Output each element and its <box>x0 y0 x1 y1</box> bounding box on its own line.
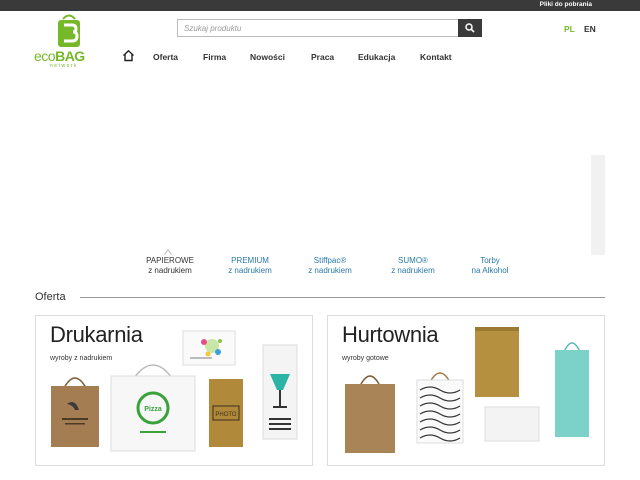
tab-papierowe-line2: z nadrukiem <box>148 266 192 275</box>
white-printed-bag-image: Pizza <box>110 364 196 452</box>
section-title: Oferta <box>35 291 66 303</box>
search-bar <box>177 19 482 37</box>
top-bar: Pliki do pobrania <box>0 0 640 11</box>
logo-wordmark: ecoBAG <box>34 49 85 63</box>
card-title: Hurtownia <box>342 322 439 347</box>
tab-premium-line2: z nadrukiem <box>228 266 272 275</box>
tab-sumo-line1: SUMO® <box>398 256 428 265</box>
kraft-envelope-image <box>475 327 519 397</box>
tab-torby-line1: Torby <box>480 256 500 265</box>
svg-text:PHOTO: PHOTO <box>215 412 237 418</box>
tab-stiffpac-line1: Stiffpac® <box>313 256 347 265</box>
home-icon <box>123 49 134 62</box>
dropdown-caret-icon <box>164 249 172 255</box>
patterned-bag-image <box>416 372 464 444</box>
card-hurtownia[interactable]: Hurtownia wyroby gotowe <box>327 315 605 466</box>
card-drukarnia[interactable]: Drukarnia wyroby z nadrukiem Pizza PHOTO <box>35 315 313 466</box>
turquoise-bottle-bag-image <box>555 342 589 437</box>
photo-envelope-image: PHOTO <box>209 379 243 447</box>
downloads-link[interactable]: Pliki do pobrania <box>540 1 592 8</box>
kraft-bag-image <box>51 377 99 447</box>
nav-nowosci[interactable]: Nowości <box>250 52 285 68</box>
nav-edukacja[interactable]: Edukacja <box>358 52 395 68</box>
tab-papierowe[interactable]: PAPIEROWE z nadrukiem <box>130 256 210 276</box>
white-envelope-image <box>484 406 540 442</box>
kraft-bag-image <box>345 375 395 453</box>
logo-bag: BAG <box>55 48 85 64</box>
nav-home[interactable] <box>122 49 136 65</box>
card-title: Drukarnia <box>50 322 143 347</box>
search-input[interactable] <box>177 19 458 37</box>
logo-eco: eco <box>34 48 56 64</box>
nav-kontakt[interactable]: Kontakt <box>420 52 452 68</box>
tab-premium-line1: PREMIUM <box>231 256 269 265</box>
nav-firma[interactable]: Firma <box>203 52 226 68</box>
lang-en[interactable]: EN <box>584 24 596 34</box>
tab-premium[interactable]: PREMIUM z nadrukiem <box>210 256 290 276</box>
svg-text:Pizza: Pizza <box>144 406 162 413</box>
tab-stiffpac[interactable]: Stiffpac® z nadrukiem <box>290 256 370 276</box>
tab-torby-alkohol[interactable]: Torby na Alkohol <box>450 256 530 276</box>
search-button[interactable] <box>458 19 482 37</box>
tab-sumo[interactable]: SUMO® z nadrukiem <box>373 256 453 276</box>
nav-praca[interactable]: Praca <box>311 52 334 68</box>
lang-pl[interactable]: PL <box>564 24 575 34</box>
search-icon <box>465 22 475 33</box>
side-scroll-tab[interactable] <box>591 155 605 255</box>
card-subtitle: wyroby gotowe <box>342 355 389 362</box>
section-divider <box>80 297 605 298</box>
card-subtitle: wyroby z nadrukiem <box>50 355 113 362</box>
tab-papierowe-line1: PAPIEROWE <box>146 256 194 265</box>
nav-oferta[interactable]: Oferta <box>153 52 178 68</box>
logo-mark-icon <box>58 14 80 47</box>
tab-torby-line2: na Alkohol <box>471 266 509 275</box>
tab-sumo-line2: z nadrukiem <box>391 266 435 275</box>
alcohol-bag-image <box>262 344 298 440</box>
logo-subtitle: network <box>50 63 79 69</box>
tab-stiffpac-line2: z nadrukiem <box>308 266 352 275</box>
ecobag-logo[interactable]: ecoBAG network <box>34 14 102 69</box>
